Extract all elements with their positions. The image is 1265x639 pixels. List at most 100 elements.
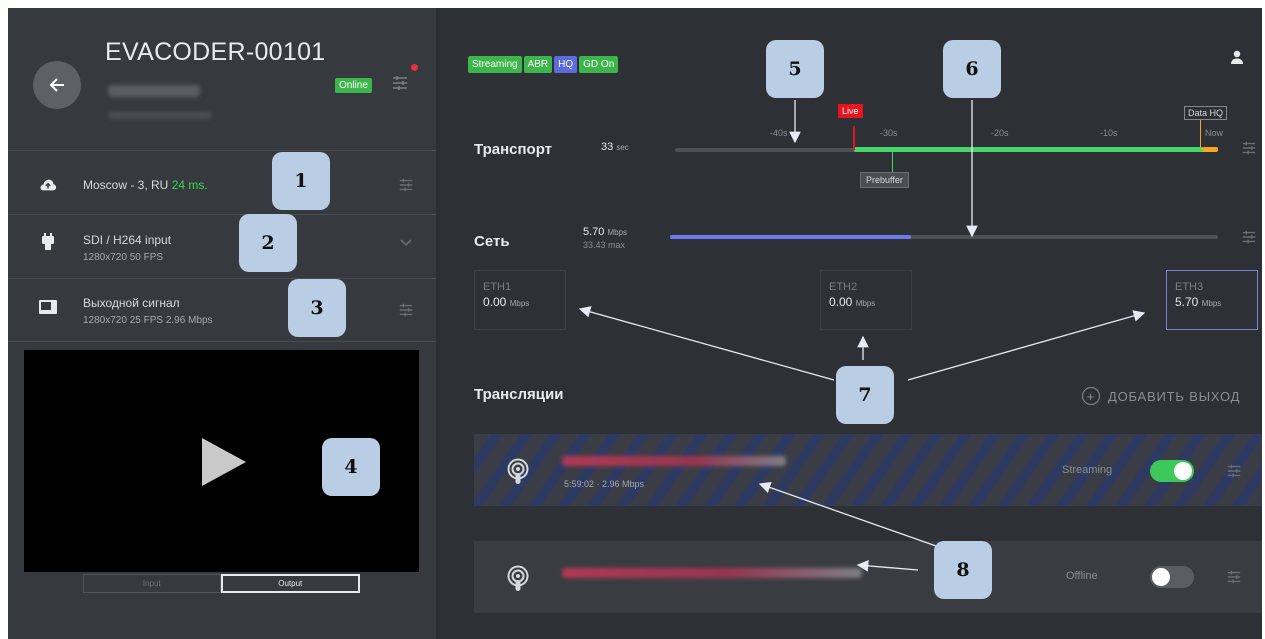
- arrow-left-icon: [49, 78, 64, 92]
- broadcast-toggle[interactable]: [1150, 566, 1194, 588]
- broadcasts-title: Трансляции: [474, 386, 564, 403]
- status-badge: Online: [335, 78, 372, 93]
- network-rate-value: 5.70: [583, 226, 605, 238]
- eth-name: ETH3: [1175, 281, 1204, 293]
- broadcast-state: Offline: [1066, 570, 1098, 582]
- plus-circle-icon: +: [1082, 387, 1100, 405]
- live-marker: [853, 126, 855, 150]
- broadcast-name-redacted: [562, 568, 862, 578]
- broadcast-state: Streaming: [1062, 464, 1113, 476]
- tick-label: -30s: [880, 128, 898, 138]
- callout-3: 3: [288, 279, 346, 337]
- callout-5: 5: [766, 40, 824, 98]
- device-title: EVACODER-00101: [105, 38, 326, 66]
- live-tag: Live: [838, 104, 863, 118]
- preview-tabs: Input Output: [83, 574, 360, 593]
- latency-value: 24 ms.: [171, 178, 208, 192]
- output-label[interactable]: Выходной сигнал: [83, 296, 180, 310]
- data-hq-tag: Data HQ: [1184, 106, 1228, 120]
- callout-2: 2: [239, 214, 297, 272]
- broadcast-name-redacted: [562, 456, 786, 466]
- eth1-card[interactable]: ETH1 0.00 Mbps: [474, 270, 566, 330]
- device-panel: EVACODER-00101 Online Moscow - 3, RU 24 …: [8, 8, 436, 639]
- status-badges: Streaming ABR HQ GD On: [468, 56, 619, 73]
- badge-gd: GD On: [579, 56, 619, 73]
- transport-now-bar: [1202, 147, 1218, 152]
- device-settings-icon[interactable]: [391, 74, 409, 92]
- chevron-down-icon[interactable]: [400, 239, 412, 247]
- location-label: Moscow - 3, RU: [83, 178, 169, 192]
- tick-label: Now: [1205, 128, 1224, 138]
- output-sub: 1280x720 25 FPS 2.96 Mbps: [83, 315, 213, 326]
- tick-label: -10s: [1100, 128, 1118, 138]
- divider: [8, 278, 436, 279]
- transport-buffer-bar: [854, 147, 1204, 152]
- user-icon[interactable]: [1230, 50, 1244, 64]
- callout-7: 7: [836, 366, 894, 424]
- broadcast-card[interactable]: Offline: [474, 541, 1262, 613]
- output-settings-icon[interactable]: [398, 302, 414, 318]
- network-max: 33.43 max: [583, 240, 626, 250]
- divider: [8, 214, 436, 215]
- cloud-upload-icon: [39, 176, 57, 194]
- eth-name: ETH1: [483, 281, 512, 293]
- prebuffer-marker: [892, 152, 893, 172]
- broadcast-meta: 5:59:02 · 2.96 Mbps: [564, 479, 645, 489]
- broadcast-settings-icon[interactable]: [1226, 463, 1242, 479]
- broadcast-settings-icon[interactable]: [1226, 569, 1242, 585]
- eth2-card[interactable]: ETH2 0.00 Mbps: [820, 270, 912, 330]
- app-frame: EVACODER-00101 Online Moscow - 3, RU 24 …: [8, 8, 1262, 639]
- eth-rate: 0.00: [483, 295, 507, 309]
- broadcast-card[interactable]: 5:59:02 · 2.96 Mbps Streaming: [474, 434, 1262, 506]
- stream-panel: Streaming ABR HQ GD On Транспорт 33 sec …: [440, 8, 1262, 639]
- play-icon[interactable]: [202, 438, 246, 486]
- alert-dot: [411, 64, 418, 71]
- callout-8: 8: [934, 541, 992, 599]
- transport-title: Транспорт: [474, 141, 553, 158]
- broadcast-toggle[interactable]: [1150, 460, 1194, 482]
- network-rate: 5.70 Mbps: [583, 226, 627, 238]
- transport-settings-icon[interactable]: [1241, 140, 1257, 156]
- transport-seconds-value: 33: [601, 141, 614, 153]
- device-meta-redacted: [108, 112, 212, 119]
- callout-6: 6: [943, 40, 1001, 98]
- input-sub: 1280x720 50 FPS: [83, 252, 164, 263]
- location-row[interactable]: Moscow - 3, RU 24 ms.: [83, 178, 208, 192]
- transport-seconds-unit: sec: [616, 143, 629, 152]
- badge-abr: ABR: [523, 56, 553, 73]
- eth-value: 0.00 Mbps: [483, 295, 557, 309]
- back-button[interactable]: [33, 61, 81, 109]
- network-title: Сеть: [474, 233, 510, 250]
- prebuffer-tag: Prebuffer: [860, 172, 909, 188]
- tab-input[interactable]: Input: [83, 574, 221, 593]
- location-settings-icon[interactable]: [398, 177, 414, 193]
- eth-name: ETH2: [829, 281, 858, 293]
- tick-label: -40s: [770, 128, 788, 138]
- eth-unit: Mbps: [1201, 299, 1222, 308]
- network-settings-icon[interactable]: [1241, 229, 1257, 245]
- network-rate-unit: Mbps: [607, 228, 628, 237]
- plug-icon: [39, 233, 57, 251]
- eth3-card[interactable]: ETH3 5.70 Mbps: [1166, 270, 1258, 330]
- add-output-label: ДОБАВИТЬ ВЫХОД: [1108, 388, 1241, 404]
- eth-value: 0.00 Mbps: [829, 295, 903, 309]
- data-hq-marker: [1200, 120, 1201, 148]
- badge-streaming: Streaming: [468, 56, 522, 73]
- tab-output[interactable]: Output: [220, 574, 360, 593]
- podcast-icon: [507, 458, 529, 484]
- divider: [8, 341, 436, 342]
- tick-label: -20s: [991, 128, 1009, 138]
- eth-rate: 0.00: [829, 295, 853, 309]
- badge-hq: HQ: [554, 56, 578, 73]
- eth-value: 5.70 Mbps: [1175, 295, 1249, 309]
- divider: [8, 150, 436, 151]
- eth-unit: Mbps: [855, 299, 876, 308]
- callout-1: 1: [272, 152, 330, 210]
- callout-4: 4: [322, 438, 380, 496]
- transport-seconds: 33 sec: [601, 141, 629, 153]
- eth-rate: 5.70: [1175, 295, 1199, 309]
- input-label[interactable]: SDI / H264 input: [83, 233, 171, 247]
- podcast-icon: [507, 565, 529, 591]
- add-output-button[interactable]: + ДОБАВИТЬ ВЫХОД: [1082, 387, 1240, 405]
- network-fill-bar: [670, 235, 911, 239]
